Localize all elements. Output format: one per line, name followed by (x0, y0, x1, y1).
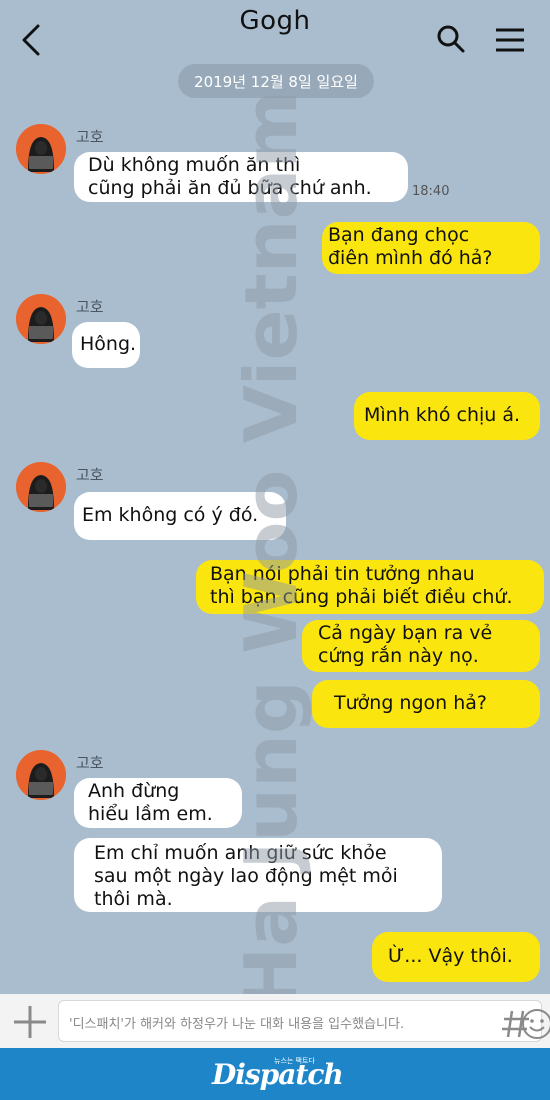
sender-name: 고호 (76, 754, 104, 772)
hamburger-menu-icon[interactable] (494, 26, 526, 54)
hacker-avatar-icon (16, 750, 66, 800)
message-input-placeholder: '디스패치'가 해커와 하정우가 나눈 대화 내용을 입수했습니다. (69, 1017, 405, 1032)
dispatch-tagline: 뉴스는 팩트다 (274, 1057, 315, 1065)
sender-name: 고호 (76, 128, 104, 146)
avatar[interactable] (16, 124, 66, 174)
incoming-message: Dù không muốn ăn thì cũng phải ăn đủ bữa… (74, 152, 408, 202)
avatar[interactable] (16, 462, 66, 512)
incoming-message: Hông. (72, 322, 140, 368)
outgoing-message: Ừ... Vậy thôi. (372, 932, 540, 982)
hacker-avatar-icon (16, 124, 66, 174)
date-separator: 2019년 12월 8일 일요일 (178, 64, 374, 98)
incoming-message: Em không có ý đó. (74, 492, 286, 540)
hashtag-icon[interactable] (499, 1007, 533, 1041)
incoming-message: Anh đừng hiểu lầm em. (74, 778, 242, 828)
outgoing-message: Bạn đang chọc điên mình đó hả? (322, 222, 540, 274)
incoming-message: Em chỉ muốn anh giữ sức khỏe sau một ngà… (74, 838, 442, 912)
outgoing-message: Bạn nói phải tin tưởng nhau thì bạn cũng… (196, 560, 544, 614)
chat-title: Gogh (239, 6, 311, 36)
avatar[interactable] (16, 294, 66, 344)
message-input[interactable]: '디스패치'가 해커와 하정우가 나눈 대화 내용을 입수했습니다. (58, 1000, 550, 1042)
dispatch-footer: Dispatch 뉴스는 팩트다 (0, 1048, 550, 1100)
dispatch-logo: Dispatch 뉴스는 팩트다 (212, 1056, 344, 1092)
outgoing-message: Mình khó chịu á. (354, 392, 540, 440)
sender-name: 고호 (76, 298, 104, 316)
plus-icon[interactable] (12, 1004, 48, 1040)
avatar[interactable] (16, 750, 66, 800)
sender-name: 고호 (76, 466, 104, 484)
chat-header: Gogh (0, 0, 550, 62)
hacker-avatar-icon (16, 462, 66, 512)
hacker-avatar-icon (16, 294, 66, 344)
message-time: 18:40 (412, 184, 450, 199)
outgoing-message: Tưởng ngon hả? (312, 680, 540, 728)
search-icon[interactable] (436, 24, 466, 54)
outgoing-message: Cả ngày bạn ra vẻ cứng rắn này nọ. (302, 620, 540, 672)
message-input-bar: '디스패치'가 해커와 하정우가 나눈 대화 내용을 입수했습니다. (0, 994, 550, 1048)
